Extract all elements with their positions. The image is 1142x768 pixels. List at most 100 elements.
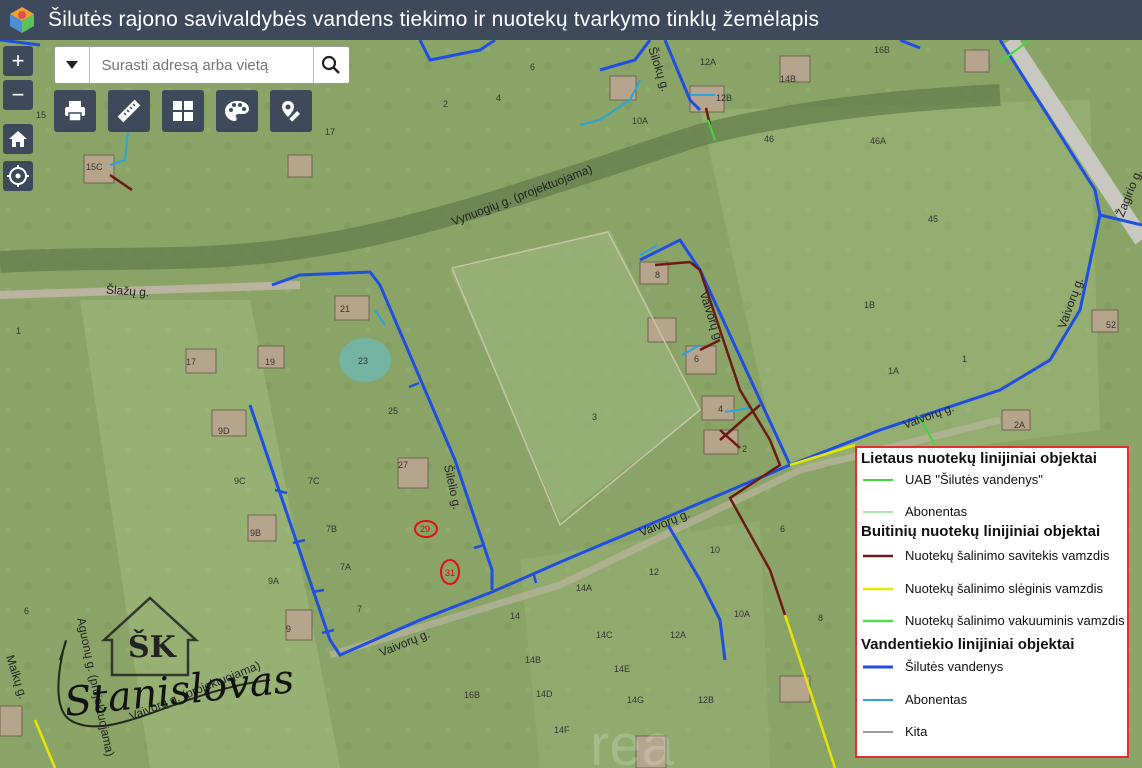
parcel-label: 52	[1106, 320, 1117, 330]
parcel-label: 23	[358, 356, 369, 366]
parcel-label: 9D	[218, 426, 230, 436]
parcel-label: 12B	[716, 93, 733, 103]
zoom-in-button[interactable]: +	[3, 46, 33, 76]
legend-item-label: Nuotekų šalinimo slėginis vamzdis	[905, 581, 1103, 596]
legend-item-label: Kita	[905, 724, 928, 739]
parcel-label: 14F	[554, 725, 570, 735]
parcel-label: 16B	[874, 45, 891, 55]
parcel-label: 16B	[464, 690, 481, 700]
parcel-label: 8	[655, 270, 661, 280]
basemap-button[interactable]	[216, 90, 258, 132]
app-logo-icon	[10, 7, 34, 33]
parcel-label: 1	[16, 326, 22, 336]
parcel-label: 9	[286, 624, 292, 634]
page-title: Šilutės rajono savivaldybės vandens tiek…	[48, 8, 820, 31]
parcel-label: 9C	[234, 476, 246, 486]
legend-item: Kita	[863, 724, 927, 739]
parcel-label: 6	[780, 524, 786, 534]
layers-grid-button[interactable]	[162, 90, 204, 132]
legend-swatch	[863, 619, 893, 622]
legend-swatch	[863, 587, 893, 590]
parcel-label: 7A	[340, 562, 352, 572]
legend-item: Šilutės vandenys	[863, 659, 1003, 674]
search-button[interactable]	[312, 47, 349, 83]
parcel-label: 46	[764, 134, 775, 144]
locate-button[interactable]	[3, 161, 33, 191]
parcel-label: 12	[649, 567, 660, 577]
parcel-label: 15C	[86, 162, 103, 172]
pin-pencil-icon	[282, 101, 300, 122]
parcel-label: 9A	[268, 576, 280, 586]
legend-item: Abonentas	[863, 504, 967, 519]
parcel-label: 45	[928, 214, 939, 224]
parcel-label: 4	[496, 93, 502, 103]
parcel-label: 12A	[700, 57, 717, 67]
legend-item: Nuotekų šalinimo vakuuminis vamzdis	[863, 613, 1125, 628]
parcel-label: 1	[962, 354, 968, 364]
parcel-label: 14A	[576, 583, 593, 593]
parcel-label: 17	[325, 127, 336, 137]
search-box	[54, 46, 350, 84]
legend-swatch	[863, 730, 893, 733]
parcel-label: 6	[530, 62, 536, 72]
search-dropdown-button[interactable]	[55, 47, 90, 83]
legend-group-rain-title: Lietaus nuotekų linijiniai objektai	[861, 450, 1097, 467]
parcel-label: 2	[443, 99, 449, 109]
draw-button[interactable]	[270, 90, 312, 132]
legend-item: Abonentas	[863, 692, 967, 707]
legend-item-label: Šilutės vandenys	[905, 659, 1004, 674]
parcel-label: 14C	[596, 630, 613, 640]
legend-item-label: Nuotekų šalinimo vakuuminis vamzdis	[905, 613, 1125, 628]
legend-item: UAB "Šilutės vandenys"	[863, 472, 1043, 487]
legend-swatch	[863, 478, 893, 481]
parcel-label: 14E	[614, 664, 631, 674]
parcel-label: 14B	[525, 655, 542, 665]
parcel-label: 6	[24, 606, 30, 616]
legend-item-label: UAB "Šilutės vandenys"	[905, 472, 1043, 487]
zoom-out-button[interactable]: −	[3, 80, 33, 110]
parcel-label: 14G	[627, 695, 645, 705]
search-icon	[322, 55, 341, 74]
parcel-label: 19	[265, 357, 276, 367]
parcel-label: 1B	[864, 300, 876, 310]
legend-swatch	[863, 665, 893, 668]
parcel-label: 29	[420, 524, 431, 534]
parcel-label: 14	[510, 611, 521, 621]
legend-swatch	[863, 510, 893, 513]
locate-icon	[7, 165, 29, 187]
legend-swatch	[863, 554, 893, 557]
parcel-label: 10	[710, 545, 721, 555]
parcel-label: 8	[818, 613, 824, 623]
grid-icon	[173, 101, 193, 121]
parcel-label: 2	[742, 444, 748, 454]
parcel-label: 12B	[698, 695, 715, 705]
watermark-brand: rea	[590, 713, 675, 768]
parcel-label: 3	[592, 412, 598, 422]
parcel-label: 27	[398, 460, 409, 470]
print-button[interactable]	[54, 90, 96, 132]
parcel-label: 25	[388, 406, 399, 416]
legend-item: Nuotekų šalinimo savitekis vamzdis	[863, 548, 1109, 563]
map-legend: Lietaus nuotekų linijiniai objektai UAB …	[855, 446, 1129, 758]
chevron-down-icon	[65, 61, 78, 69]
search-input[interactable]	[89, 55, 313, 75]
home-button[interactable]	[3, 124, 33, 154]
parcel-label: 10A	[734, 609, 751, 619]
palette-icon	[225, 101, 249, 121]
parcel-label: 14D	[536, 689, 553, 699]
parcel-label: 6	[694, 354, 700, 364]
parcel-label: 7C	[308, 476, 320, 486]
legend-item-label: Abonentas	[905, 504, 968, 519]
parcel-label: 10A	[632, 116, 649, 126]
home-icon	[9, 131, 27, 147]
legend-swatch	[863, 698, 893, 701]
parcel-label: 2A	[1014, 420, 1026, 430]
parcel-label: 12A	[670, 630, 687, 640]
legend-item-label: Nuotekų šalinimo savitekis vamzdis	[905, 548, 1110, 563]
zoom-in-label: +	[11, 48, 25, 73]
parcel-label: 31	[445, 568, 456, 578]
parcel-label: 17	[186, 357, 197, 367]
measure-button[interactable]	[108, 90, 150, 132]
ruler-icon	[117, 99, 141, 123]
legend-group-water-title: Vandentiekio linijiniai objektai	[861, 636, 1075, 653]
